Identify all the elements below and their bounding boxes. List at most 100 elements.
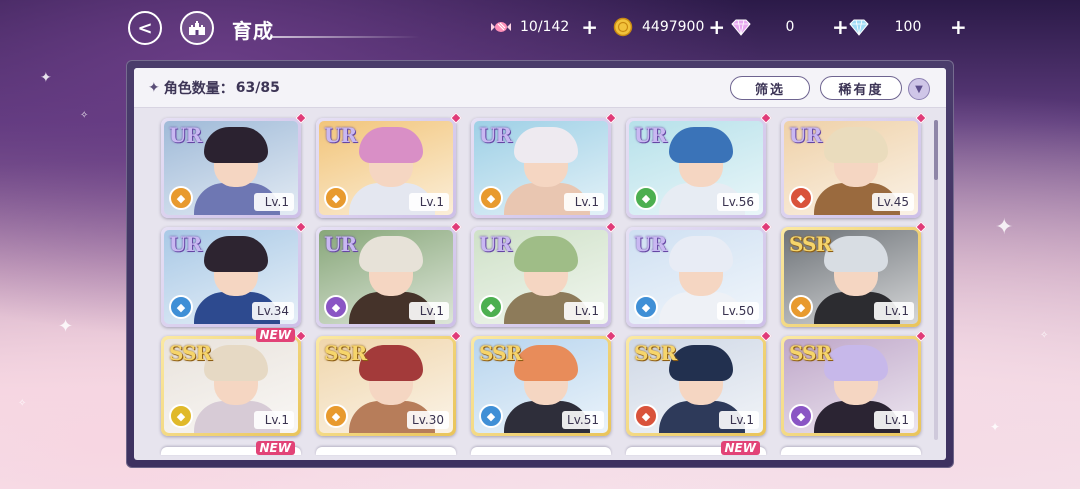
rarity-gem-icon bbox=[760, 112, 772, 124]
rarity-gem-icon bbox=[295, 112, 307, 124]
character-card-partial[interactable]: NEW bbox=[626, 441, 766, 455]
home-button[interactable] bbox=[180, 11, 214, 45]
character-portrait: UR ◆ Lv.34 bbox=[164, 230, 298, 324]
character-hair bbox=[514, 127, 578, 163]
character-portrait: UR ◆ Lv.45 bbox=[784, 121, 918, 215]
gold-coin-icon bbox=[612, 16, 634, 38]
pink-diamond-icon bbox=[730, 16, 752, 38]
stamina-resource: 10/142 + bbox=[490, 14, 598, 40]
character-card[interactable]: SSR ◆ Lv.1 bbox=[781, 221, 927, 327]
scroll-thumb[interactable] bbox=[934, 120, 938, 180]
rarity-gem-icon bbox=[605, 221, 617, 233]
paid-gem-resource: 0 + bbox=[730, 14, 849, 40]
level-label: Lv.1 bbox=[409, 302, 449, 320]
character-card[interactable]: SSR ◆ Lv.1 NEW bbox=[161, 328, 307, 436]
element-icon: ◆ bbox=[479, 404, 503, 428]
element-icon: ◆ bbox=[789, 404, 813, 428]
rarity-gem-icon bbox=[915, 221, 927, 233]
character-card[interactable]: SSR ◆ Lv.51 bbox=[471, 330, 617, 436]
stamina-add-button[interactable]: + bbox=[581, 15, 598, 39]
character-portrait: UR ◆ Lv.1 bbox=[474, 121, 608, 215]
rarity-badge: UR bbox=[789, 123, 822, 147]
rarity-badge: UR bbox=[634, 123, 667, 147]
character-portrait: SSR ◆ Lv.1 bbox=[784, 339, 918, 433]
character-card[interactable]: UR ◆ Lv.50 bbox=[626, 221, 772, 327]
character-hair bbox=[359, 127, 423, 163]
character-card[interactable]: UR ◆ Lv.1 bbox=[161, 112, 307, 218]
stamina-value: 10/142 bbox=[520, 19, 570, 35]
element-icon: ◆ bbox=[789, 295, 813, 319]
character-portrait: SSR ◆ Lv.51 bbox=[474, 339, 608, 433]
rarity-badge: SSR bbox=[789, 232, 832, 256]
character-hair bbox=[204, 345, 268, 381]
rarity-badge: UR bbox=[634, 232, 667, 256]
rarity-sort-button[interactable]: 稀有度 bbox=[820, 76, 902, 100]
character-card[interactable]: SSR ◆ Lv.30 bbox=[316, 330, 462, 436]
paid-gem-add-button[interactable]: + bbox=[832, 15, 849, 39]
character-card[interactable]: UR ◆ Lv.56 bbox=[626, 112, 772, 218]
back-button[interactable]: < bbox=[128, 11, 162, 45]
character-hair bbox=[669, 236, 733, 272]
character-portrait: UR ◆ Lv.50 bbox=[629, 230, 763, 324]
character-card[interactable]: UR ◆ Lv.1 bbox=[316, 221, 462, 327]
character-card[interactable]: SSR ◆ Lv.1 bbox=[781, 330, 927, 436]
rarity-badge: SSR bbox=[789, 341, 832, 365]
rarity-badge: UR bbox=[169, 123, 202, 147]
character-card-partial[interactable] bbox=[781, 447, 921, 455]
rarity-gem-icon bbox=[450, 221, 462, 233]
rarity-gem-icon bbox=[915, 330, 927, 342]
character-portrait: SSR ◆ Lv.30 bbox=[319, 339, 453, 433]
rarity-badge: UR bbox=[479, 123, 512, 147]
element-icon: ◆ bbox=[634, 404, 658, 428]
character-card[interactable]: UR ◆ Lv.1 bbox=[316, 112, 462, 218]
sort-order-toggle[interactable]: ▼ bbox=[908, 78, 930, 100]
sparkle-icon: ✦ bbox=[148, 79, 160, 96]
rarity-badge: SSR bbox=[479, 341, 522, 365]
element-icon: ◆ bbox=[479, 186, 503, 210]
element-icon: ◆ bbox=[169, 295, 193, 319]
level-label: Lv.56 bbox=[717, 193, 759, 211]
level-label: Lv.1 bbox=[254, 411, 294, 429]
rarity-gem-icon bbox=[450, 112, 462, 124]
level-label: Lv.50 bbox=[717, 302, 759, 320]
character-card[interactable]: UR ◆ Lv.1 bbox=[471, 112, 617, 218]
title-decoration bbox=[270, 36, 420, 38]
character-hair bbox=[824, 127, 888, 163]
level-label: Lv.34 bbox=[252, 302, 294, 320]
character-portrait: UR ◆ Lv.1 bbox=[319, 121, 453, 215]
filter-button[interactable]: 筛选 bbox=[730, 76, 810, 100]
character-card[interactable]: UR ◆ Lv.1 bbox=[471, 221, 617, 327]
scrollbar[interactable] bbox=[934, 120, 938, 440]
character-card-partial[interactable] bbox=[471, 447, 611, 455]
character-panel: ✦ 角色数量： 63/85 筛选 稀有度 ▼ UR ◆ Lv.1 UR ◆ Lv… bbox=[134, 68, 946, 460]
character-card-partial[interactable]: NEW bbox=[161, 441, 301, 455]
character-portrait: SSR ◆ Lv.1 bbox=[164, 339, 298, 433]
element-icon: ◆ bbox=[324, 295, 348, 319]
character-count-value: 63/85 bbox=[235, 79, 280, 96]
level-label: Lv.1 bbox=[719, 411, 759, 429]
rarity-badge: UR bbox=[169, 232, 202, 256]
gold-add-button[interactable]: + bbox=[708, 15, 725, 39]
level-label: Lv.1 bbox=[564, 193, 604, 211]
character-portrait: SSR ◆ Lv.1 bbox=[629, 339, 763, 433]
rarity-badge: SSR bbox=[324, 341, 367, 365]
level-label: Lv.51 bbox=[562, 411, 604, 429]
level-label: Lv.1 bbox=[874, 302, 914, 320]
new-badge: NEW bbox=[255, 328, 295, 342]
character-hair bbox=[669, 127, 733, 163]
rarity-badge: UR bbox=[324, 232, 357, 256]
character-card[interactable]: SSR ◆ Lv.1 bbox=[626, 330, 772, 436]
character-hair bbox=[204, 236, 268, 272]
level-label: Lv.30 bbox=[407, 411, 449, 429]
paid-gem-value: 0 bbox=[785, 19, 795, 35]
character-card-partial[interactable] bbox=[316, 447, 456, 455]
rarity-gem-icon bbox=[295, 221, 307, 233]
gem-add-button[interactable]: + bbox=[950, 15, 967, 39]
element-icon: ◆ bbox=[169, 404, 193, 428]
character-card[interactable]: UR ◆ Lv.45 bbox=[781, 112, 927, 218]
element-icon: ◆ bbox=[324, 186, 348, 210]
top-bar: < 育成 10/142 + 4497900 + 0 + 100 + bbox=[0, 0, 1080, 56]
element-icon: ◆ bbox=[169, 186, 193, 210]
rarity-gem-icon bbox=[760, 221, 772, 233]
character-card[interactable]: UR ◆ Lv.34 bbox=[161, 221, 307, 327]
